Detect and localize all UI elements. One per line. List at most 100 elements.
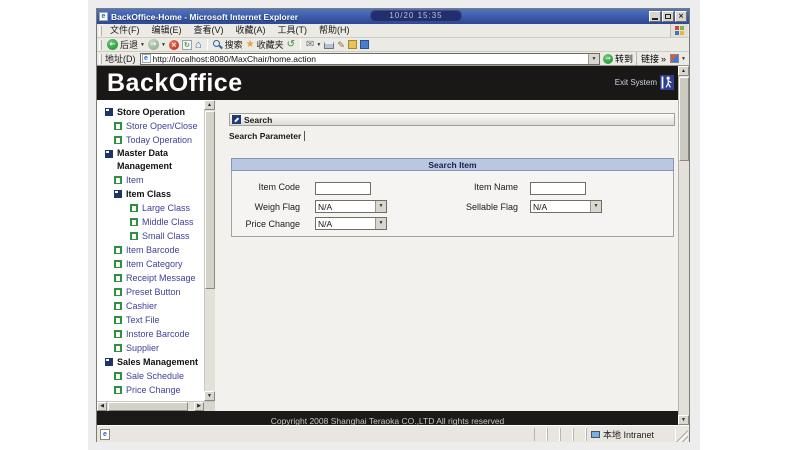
chevron-down-icon[interactable]: ▼ (375, 201, 386, 212)
sidebar-item-store-operation[interactable]: Store Operation (97, 105, 204, 119)
search-button[interactable]: 搜索 (213, 38, 243, 51)
sidebar-vscrollbar[interactable]: ▲ ▼ (204, 100, 215, 401)
sidebar-item-item-barcode[interactable]: Item Barcode (97, 243, 204, 257)
menu-item-2[interactable]: 查看(V) (188, 24, 230, 37)
mail-button[interactable]: ✉ ▼ (306, 40, 321, 50)
refresh-button[interactable]: ↻ (182, 40, 192, 50)
page-footer: Copyright 2008 Shanghai Teraoka CO.,LTD … (97, 411, 678, 425)
sidebar-item-middle-class[interactable]: Middle Class (97, 215, 204, 229)
forward-button[interactable]: → ▼ (148, 39, 166, 50)
discuss-button[interactable] (348, 40, 357, 49)
sidebar-item-large-class[interactable]: Large Class (97, 201, 204, 215)
module-bar-label: Search (244, 115, 272, 125)
resize-grip[interactable] (676, 430, 688, 442)
sidebar-item-label: Text File (126, 313, 160, 327)
history-button[interactable]: ↺ (287, 40, 295, 50)
price-change-select[interactable]: N/A▼ (315, 217, 387, 230)
toolbar-extension-icon[interactable] (670, 54, 679, 63)
sidebar-item-receipt-message[interactable]: Receipt Message (97, 271, 204, 285)
item-name-label: Item Name (460, 182, 518, 192)
sellable-flag-label: Sellable Flag (460, 202, 518, 212)
print-button[interactable] (324, 41, 334, 49)
sidebar-item-item-category[interactable]: Item Category (97, 257, 204, 271)
address-input[interactable] (151, 54, 589, 64)
sidebar-item-label: Sale Schedule (126, 369, 184, 383)
chevron-down-icon[interactable]: ▼ (375, 218, 386, 229)
page-vscrollbar[interactable]: ▲ ▼ (678, 66, 689, 425)
back-button[interactable]: ← 后退 ▼ (107, 38, 145, 51)
copyright-text: Copyright 2008 Shanghai Teraoka CO.,LTD … (271, 416, 505, 425)
folder-icon (105, 358, 113, 366)
sidebar-item-label: Master Data Management (117, 147, 179, 173)
chevron-down-icon[interactable]: ▼ (590, 201, 601, 212)
sidebar-item-text-file[interactable]: Text File (97, 313, 204, 327)
scroll-left-icon[interactable]: ◀ (97, 402, 107, 411)
menu-item-4[interactable]: 工具(T) (272, 24, 314, 37)
chevron-down-icon[interactable]: ▼ (681, 56, 686, 62)
sidebar-item-preset-button[interactable]: Preset Button (97, 285, 204, 299)
sidebar-item-item[interactable]: Item (97, 173, 204, 187)
scroll-up-icon[interactable]: ▲ (678, 66, 689, 76)
links-button[interactable]: 链接 » (636, 52, 666, 65)
home-button[interactable]: ⌂ (195, 40, 202, 50)
menu-item-5[interactable]: 帮助(H) (313, 24, 356, 37)
folder-icon (105, 150, 113, 158)
sidebar-item-today-operation[interactable]: Today Operation (97, 133, 204, 147)
favorites-button[interactable]: ★ 收藏夹 (246, 38, 284, 51)
scroll-thumb[interactable] (108, 402, 188, 411)
tab-search-parameter[interactable]: Search Parameter (229, 131, 305, 141)
chevron-down-icon[interactable]: ▼ (140, 42, 145, 48)
sidebar-item-master-data-management[interactable]: Master Data Management (97, 147, 204, 173)
sidebar-item-price-change[interactable]: Price Change (97, 383, 204, 397)
forward-icon: → (148, 39, 159, 50)
stop-button[interactable]: × (169, 40, 179, 50)
windows-logo (670, 24, 688, 37)
scroll-thumb[interactable] (205, 111, 215, 289)
sidebar-item-label: Cashier (126, 299, 157, 313)
title-bar: e BackOffice-Home - Microsoft Internet E… (97, 9, 689, 24)
chevron-down-icon[interactable]: ▼ (316, 42, 321, 48)
scroll-right-icon[interactable]: ▶ (194, 402, 204, 411)
scroll-down-icon[interactable]: ▼ (204, 391, 215, 401)
go-button[interactable]: → 转到 (603, 52, 633, 65)
item-name-input[interactable] (530, 182, 586, 195)
minimize-button[interactable] (649, 11, 661, 22)
sidebar-item-label: Item Category (126, 257, 183, 271)
scroll-thumb[interactable] (679, 77, 689, 161)
restore-button[interactable] (662, 11, 674, 22)
close-button[interactable]: × (675, 11, 687, 22)
toolbar-grip (99, 40, 102, 50)
sidebar-item-store-open-close[interactable]: Store Open/Close (97, 119, 204, 133)
messenger-button[interactable] (360, 40, 369, 49)
go-label: 转到 (615, 52, 633, 65)
sidebar-item-instore-barcode[interactable]: Instore Barcode (97, 327, 204, 341)
menu-item-0[interactable]: 文件(F) (104, 24, 146, 37)
toolbar-grip (99, 26, 102, 36)
sidebar-item-item-class[interactable]: Item Class (97, 187, 204, 201)
links-label: 链接 (641, 52, 659, 65)
sellable-flag-select[interactable]: N/A▼ (530, 200, 602, 213)
weigh-flag-select[interactable]: N/A▼ (315, 200, 387, 213)
edit-button[interactable]: ✎ (337, 40, 345, 50)
scroll-down-icon[interactable]: ▼ (678, 415, 689, 425)
sidebar-hscrollbar[interactable]: ◀ ▶ (97, 401, 215, 411)
sidebar-item-sale-schedule[interactable]: Sale Schedule (97, 369, 204, 383)
menu-item-3[interactable]: 收藏(A) (230, 24, 272, 37)
sidebar-item-cashier[interactable]: Cashier (97, 299, 204, 313)
scroll-up-icon[interactable]: ▲ (204, 100, 215, 110)
chevron-down-icon[interactable]: ▼ (161, 42, 166, 48)
sidebar-item-label: Item Class (126, 187, 171, 201)
exit-system-link[interactable]: Exit System (615, 75, 674, 90)
status-main-pane (110, 428, 534, 441)
address-dropdown-button[interactable]: ▼ (588, 54, 599, 64)
sidebar-item-sales-management[interactable]: Sales Management (97, 355, 204, 369)
item-code-input[interactable] (315, 182, 371, 195)
sidebar-item-small-class[interactable]: Small Class (97, 229, 204, 243)
weigh-flag-label: Weigh Flag (232, 202, 300, 212)
sidebar-item-supplier[interactable]: Supplier (97, 341, 204, 355)
favorites-star-icon: ★ (246, 40, 255, 50)
sidebar-item-label: Small Class (142, 229, 190, 243)
camera-timestamp-overlay: 10/20 15:35 (370, 10, 462, 22)
menu-item-1[interactable]: 编辑(E) (146, 24, 188, 37)
sidebar-item-label: Price Change (126, 383, 181, 397)
